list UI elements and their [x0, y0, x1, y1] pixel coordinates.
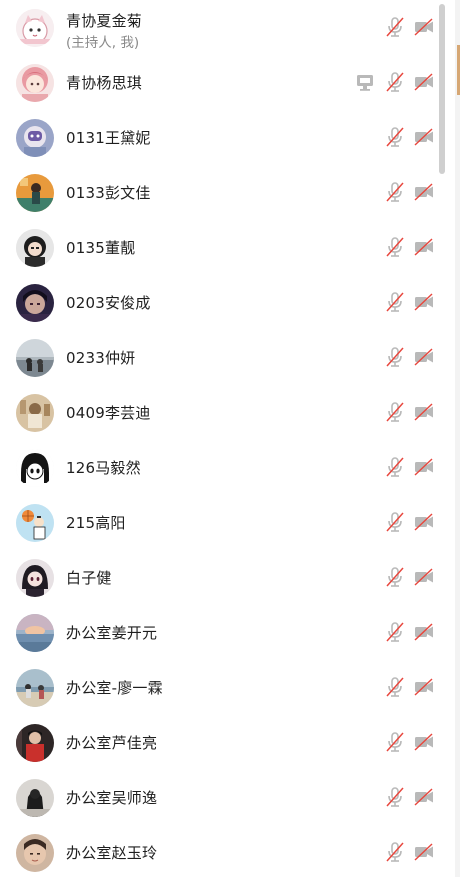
- participant-name: 0131王黛妮: [66, 129, 151, 147]
- participant-name: 办公室姜开元: [66, 624, 158, 642]
- participant-panel: 青协夏金菊 (主持人, 我) 青协杨思琪 0131王黛妮 0133彭文佳 0135董靓 02…: [0, 0, 460, 877]
- avatar: [16, 449, 54, 487]
- participant-row[interactable]: 青协夏金菊 (主持人, 我): [0, 0, 450, 55]
- mic-muted-icon[interactable]: [384, 401, 406, 423]
- mic-muted-icon[interactable]: [384, 841, 406, 863]
- panel-edge: [455, 0, 460, 877]
- participant-row[interactable]: 办公室吴师逸: [0, 770, 450, 825]
- participant-role: (主持人, 我): [66, 35, 140, 51]
- mic-muted-icon[interactable]: [384, 731, 406, 753]
- camera-off-icon[interactable]: [413, 181, 435, 203]
- participant-name: 办公室赵玉玲: [66, 844, 158, 862]
- participant-row[interactable]: 215高阳: [0, 495, 450, 550]
- avatar: [16, 394, 54, 432]
- participant-name: 办公室芦佳亮: [66, 734, 158, 752]
- participant-row[interactable]: 0133彭文佳: [0, 165, 450, 220]
- mic-muted-icon[interactable]: [384, 291, 406, 313]
- participant-row[interactable]: 0131王黛妮: [0, 110, 450, 165]
- participant-name: 0135董靓: [66, 239, 136, 257]
- camera-off-icon[interactable]: [413, 511, 435, 533]
- participant-name: 白子健: [66, 569, 112, 587]
- avatar: [16, 9, 54, 47]
- participant-row[interactable]: 白子健: [0, 550, 450, 605]
- mic-muted-icon[interactable]: [384, 346, 406, 368]
- avatar: [16, 559, 54, 597]
- mic-muted-icon[interactable]: [384, 621, 406, 643]
- participant-name: 0233仲妍: [66, 349, 136, 367]
- camera-off-icon[interactable]: [413, 291, 435, 313]
- camera-off-icon[interactable]: [413, 401, 435, 423]
- participant-list: 青协夏金菊 (主持人, 我) 青协杨思琪 0131王黛妮 0133彭文佳 0135董靓 02…: [0, 0, 450, 877]
- avatar: [16, 724, 54, 762]
- avatar: [16, 614, 54, 652]
- camera-off-icon[interactable]: [413, 841, 435, 863]
- camera-off-icon[interactable]: [413, 621, 435, 643]
- camera-off-icon[interactable]: [413, 346, 435, 368]
- participant-row[interactable]: 办公室-廖一霖: [0, 660, 450, 715]
- avatar: [16, 669, 54, 707]
- camera-off-icon[interactable]: [413, 786, 435, 808]
- participant-row[interactable]: 办公室芦佳亮: [0, 715, 450, 770]
- camera-off-icon[interactable]: [413, 676, 435, 698]
- participant-row[interactable]: 青协杨思琪: [0, 55, 450, 110]
- avatar: [16, 834, 54, 872]
- mic-muted-icon[interactable]: [384, 16, 406, 38]
- participant-row[interactable]: 0233仲妍: [0, 330, 450, 385]
- participant-name: 126马毅然: [66, 459, 141, 477]
- participant-name: 青协夏金菊: [66, 12, 143, 30]
- avatar: [16, 229, 54, 267]
- avatar: [16, 64, 54, 102]
- participant-row[interactable]: 0135董靓: [0, 220, 450, 275]
- participant-name: 0409李芸迪: [66, 404, 151, 422]
- participant-name: 青协杨思琪: [66, 74, 143, 92]
- participant-name: 办公室-廖一霖: [66, 679, 163, 697]
- participant-row[interactable]: 0203安俊成: [0, 275, 450, 330]
- mic-muted-icon[interactable]: [384, 126, 406, 148]
- avatar: [16, 119, 54, 157]
- mic-muted-icon[interactable]: [384, 676, 406, 698]
- participant-name: 0203安俊成: [66, 294, 151, 312]
- camera-off-icon[interactable]: [413, 566, 435, 588]
- scrollbar-thumb[interactable]: [439, 4, 445, 174]
- camera-off-icon[interactable]: [413, 126, 435, 148]
- participant-row[interactable]: 0409李芸迪: [0, 385, 450, 440]
- camera-off-icon[interactable]: [413, 456, 435, 478]
- avatar: [16, 174, 54, 212]
- mic-muted-icon[interactable]: [384, 566, 406, 588]
- participant-row[interactable]: 办公室赵玉玲: [0, 825, 450, 877]
- avatar: [16, 284, 54, 322]
- avatar: [16, 339, 54, 377]
- mic-muted-icon[interactable]: [384, 456, 406, 478]
- mic-muted-icon[interactable]: [384, 181, 406, 203]
- participant-name: 办公室吴师逸: [66, 789, 158, 807]
- avatar: [16, 779, 54, 817]
- mic-muted-icon[interactable]: [384, 71, 406, 93]
- camera-off-icon[interactable]: [413, 731, 435, 753]
- participant-row[interactable]: 126马毅然: [0, 440, 450, 495]
- mic-muted-icon[interactable]: [384, 236, 406, 258]
- mic-muted-icon[interactable]: [384, 786, 406, 808]
- camera-off-icon[interactable]: [413, 16, 435, 38]
- screen-share-icon[interactable]: [354, 72, 376, 94]
- mic-muted-icon[interactable]: [384, 511, 406, 533]
- avatar: [16, 504, 54, 542]
- camera-off-icon[interactable]: [413, 236, 435, 258]
- participant-row[interactable]: 办公室姜开元: [0, 605, 450, 660]
- participant-name: 0133彭文佳: [66, 184, 151, 202]
- camera-off-icon[interactable]: [413, 71, 435, 93]
- participant-name: 215高阳: [66, 514, 126, 532]
